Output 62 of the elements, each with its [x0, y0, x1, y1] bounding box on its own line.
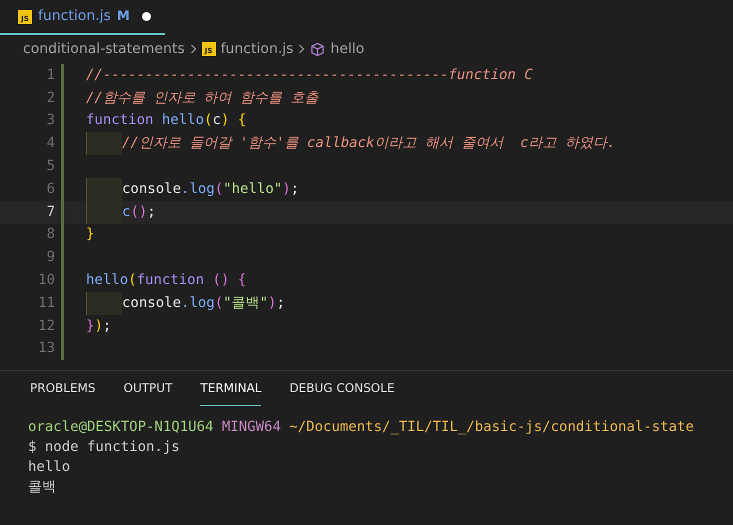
- line-number: 3: [46, 111, 55, 130]
- code-token: ;: [147, 202, 156, 222]
- code-token: console: [122, 294, 182, 313]
- line-number: 4: [46, 134, 55, 154]
- line-number: 13: [37, 339, 55, 358]
- code-token: () {: [212, 271, 246, 290]
- line-number: 6: [46, 180, 55, 199]
- panel-tab[interactable]: TERMINAL: [200, 371, 262, 406]
- code-token: hello: [162, 111, 204, 130]
- line-number: 1: [46, 66, 55, 85]
- code-token: "콜백": [223, 294, 268, 313]
- breadcrumb-item[interactable]: function.js: [220, 38, 294, 60]
- code-token: ): [282, 180, 291, 199]
- line-number: 8: [46, 225, 55, 244]
- code-token: (): [130, 202, 148, 222]
- code-token: }: [86, 225, 94, 244]
- line-number: 7: [46, 202, 55, 222]
- code-token: "hello": [223, 180, 282, 199]
- chevron-icon: [190, 44, 197, 54]
- code-token: //인자로 들어갈 '함수'를 callback이라고 해서 줄여서 c라고 하였다.: [122, 134, 616, 154]
- code-token: //-----------------------------------------function C: [86, 66, 533, 85]
- code-token: (: [128, 271, 137, 290]
- code-token: ) {: [220, 111, 246, 130]
- line-number: 5: [46, 157, 55, 176]
- terminal-text: 콜백: [28, 478, 56, 497]
- cube-icon: [310, 42, 326, 56]
- code-token: c: [122, 202, 130, 222]
- panel-tab[interactable]: PROBLEMS: [30, 371, 96, 406]
- line-number: 10: [37, 271, 55, 290]
- breadcrumb-item[interactable]: hello: [330, 38, 364, 60]
- line-number: 12: [37, 316, 55, 336]
- code-token: (: [214, 180, 224, 199]
- code-token: (: [214, 294, 224, 313]
- code-token: ;: [102, 316, 112, 336]
- terminal-text: oracle@DESKTOP-N1Q1U64: [28, 418, 214, 437]
- code-token: //함수를 인자로 하여 함수를 호출: [86, 88, 319, 108]
- code-token: c: [212, 111, 221, 130]
- terminal-text: ~/Documents/_TIL/TIL_/basic-js/conditional-state: [288, 418, 694, 437]
- panel-tab[interactable]: OUTPUT: [124, 371, 172, 406]
- git-status-label: M: [116, 8, 130, 26]
- breadcrumb-item[interactable]: conditional-statements: [23, 38, 185, 60]
- code-token: ;: [276, 294, 285, 313]
- tab-title: function.js: [38, 7, 111, 26]
- code-token: function: [136, 271, 206, 290]
- line-number: 2: [46, 88, 55, 108]
- code-token: }: [86, 316, 94, 336]
- code-token: .log: [181, 180, 215, 199]
- line-number: 9: [46, 248, 55, 268]
- line-number: 11: [37, 294, 55, 313]
- code-token: ): [268, 294, 276, 313]
- terminal-text: $ node function.js: [28, 438, 180, 457]
- terminal-text: hello: [28, 458, 70, 477]
- code-token: (: [204, 111, 212, 130]
- code-token: .log: [181, 294, 215, 313]
- code-token: ): [94, 316, 103, 336]
- panel-tab[interactable]: DEBUG CONSOLE: [289, 371, 395, 406]
- code-token: hello: [86, 271, 128, 290]
- code-token: function: [86, 111, 154, 130]
- chevron-icon: [298, 44, 306, 54]
- terminal-text: MINGW64: [220, 418, 281, 437]
- code-token: ;: [290, 180, 300, 199]
- code-token: console: [122, 180, 182, 199]
